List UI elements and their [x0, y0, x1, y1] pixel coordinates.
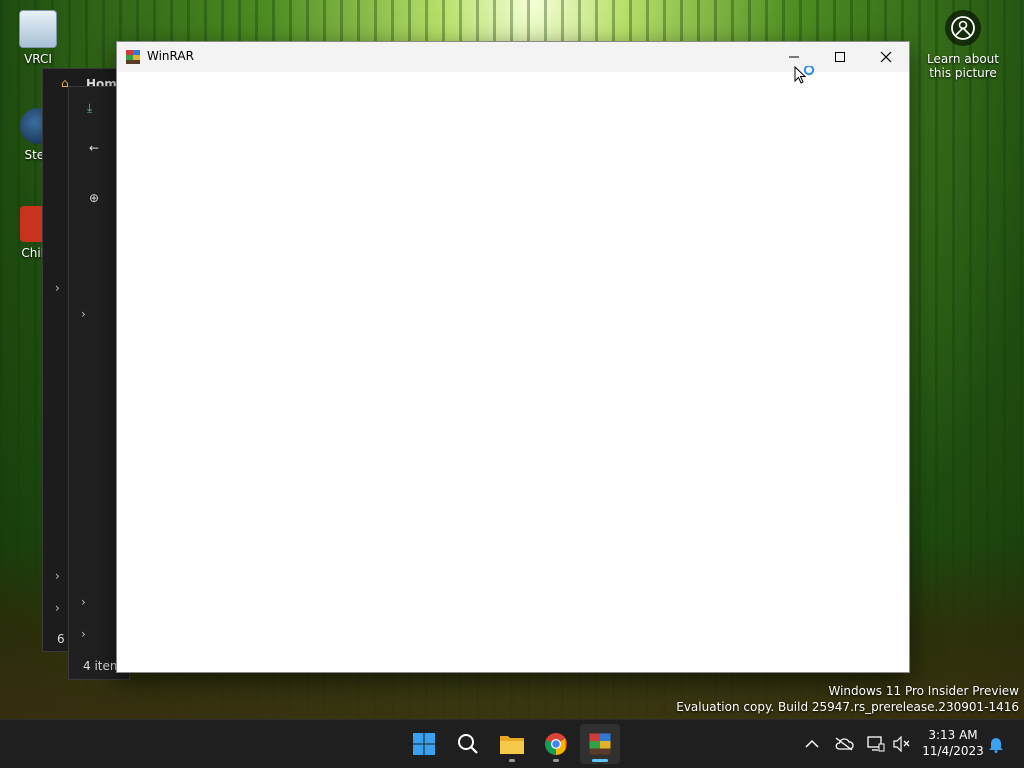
cloud-off-icon: [835, 737, 854, 751]
search-button[interactable]: [448, 724, 488, 764]
watermark-line-1: Windows 11 Pro Insider Preview: [828, 684, 1019, 698]
clock-time: 3:13 AM: [928, 728, 978, 742]
close-icon: [880, 51, 892, 63]
recycle-bin-icon: [19, 10, 57, 48]
maximize-button[interactable]: [817, 42, 863, 72]
winrar-window[interactable]: WinRAR: [116, 41, 910, 673]
taskbar: 3:13 AM 11/4/2023: [0, 719, 1024, 768]
busy-cursor-icon: [794, 66, 815, 84]
chevron-right-icon[interactable]: ›: [81, 627, 86, 641]
show-hidden-icons-button[interactable]: [802, 734, 822, 754]
running-indicator: [553, 759, 559, 762]
chevron-right-icon[interactable]: ›: [55, 569, 60, 583]
chevron-up-icon: [805, 739, 819, 748]
clock-date: 11/4/2023: [922, 744, 984, 758]
window-title: WinRAR: [147, 49, 194, 63]
chevron-right-icon[interactable]: ›: [55, 601, 60, 615]
network-tray-button[interactable]: [866, 734, 886, 754]
onedrive-tray-button[interactable]: [834, 734, 854, 754]
evaluation-watermark: Windows 11 Pro Insider Preview Evaluatio…: [676, 683, 1019, 715]
winrar-client-area[interactable]: [117, 72, 909, 672]
minimize-icon: [789, 56, 799, 58]
active-indicator: [592, 759, 608, 762]
search-icon: [458, 734, 478, 754]
bell-icon: [989, 738, 1003, 753]
learn-about-picture-button[interactable]: Learn about this picture: [916, 10, 1010, 80]
chevron-right-icon[interactable]: ›: [81, 595, 86, 609]
desktop-icon-recycle-bin[interactable]: VRCI: [8, 10, 68, 66]
winrar-icon: [126, 50, 140, 64]
watermark-line-2: Evaluation copy. Build 25947.rs_prerelea…: [676, 700, 1019, 714]
taskbar-winrar[interactable]: [580, 724, 620, 764]
close-button[interactable]: [863, 42, 909, 72]
chevron-right-icon[interactable]: ›: [81, 307, 86, 321]
download-icon: ⤓: [87, 101, 93, 115]
chevron-right-icon[interactable]: ›: [55, 281, 60, 295]
volume-muted-icon: [893, 736, 910, 752]
notifications-button[interactable]: [986, 734, 1006, 754]
taskbar-chrome[interactable]: [536, 724, 576, 764]
winrar-icon: [589, 733, 611, 755]
start-button[interactable]: [404, 724, 444, 764]
new-icon[interactable]: ⊕: [89, 191, 99, 205]
chrome-icon: [545, 733, 567, 755]
clock[interactable]: 3:13 AM 11/4/2023: [922, 727, 984, 759]
learn-about-label: Learn about this picture: [927, 52, 999, 80]
start-icon: [413, 733, 435, 755]
network-icon: [867, 736, 885, 752]
taskbar-file-explorer[interactable]: [492, 724, 532, 764]
volume-tray-button[interactable]: [892, 734, 912, 754]
file-explorer-icon: [500, 736, 524, 754]
title-bar[interactable]: WinRAR: [117, 42, 909, 72]
running-indicator: [509, 759, 515, 762]
desktop-icon-label: VRCI: [24, 52, 52, 66]
back-arrow-icon[interactable]: ←: [89, 141, 99, 155]
maximize-icon: [835, 52, 845, 62]
camera-icon: [945, 10, 981, 46]
